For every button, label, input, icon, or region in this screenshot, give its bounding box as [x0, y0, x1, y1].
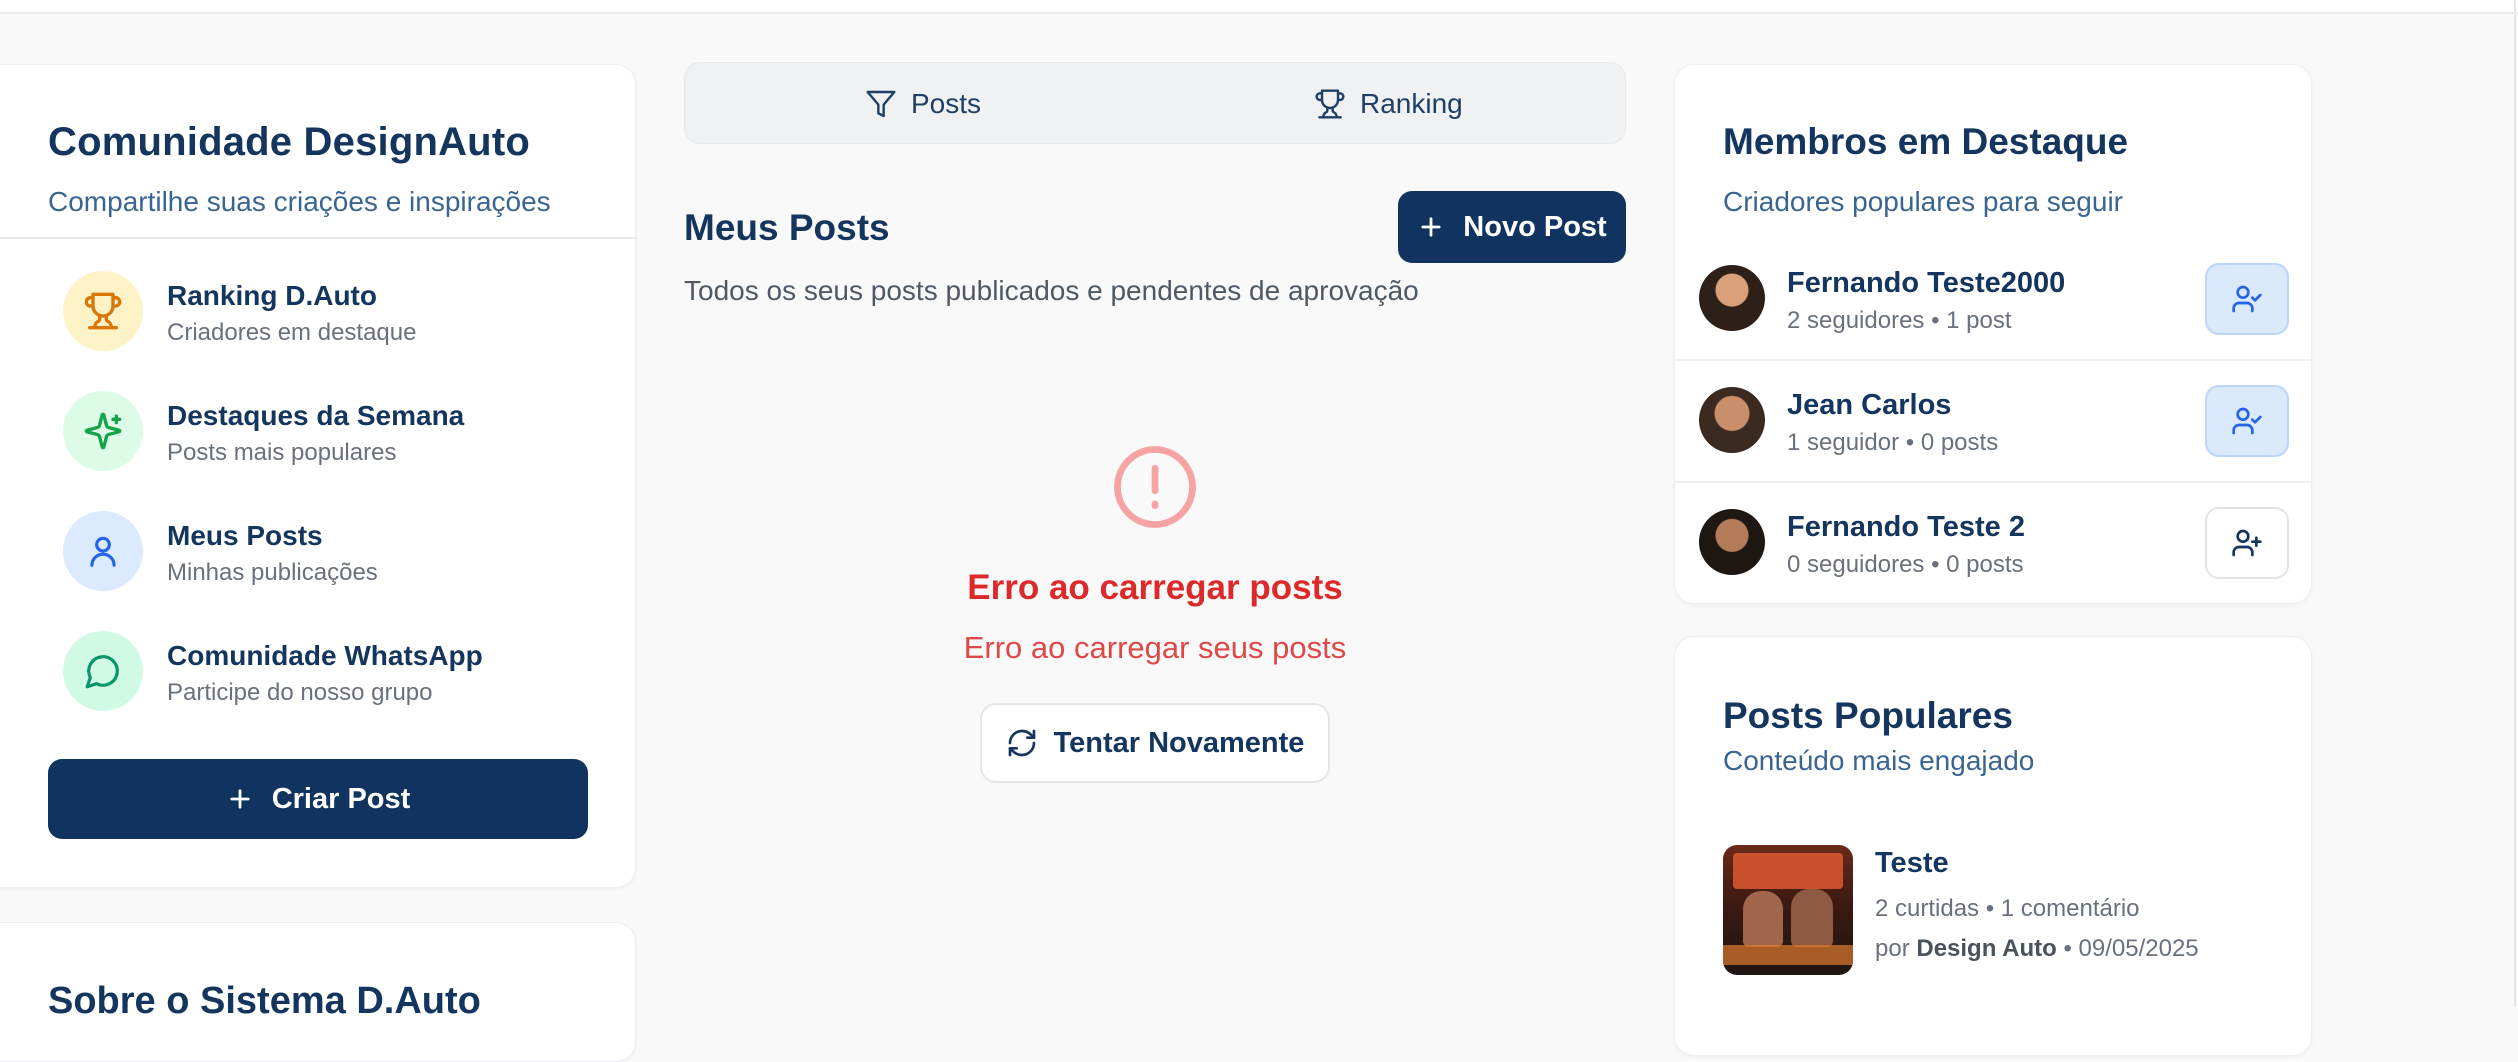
thumbnail-band — [1723, 945, 1853, 965]
user-check-icon — [2232, 407, 2262, 435]
menu-item-desc: Criadores em destaque — [167, 319, 417, 346]
thumbnail-figure — [1791, 889, 1833, 947]
create-post-label: Criar Post — [271, 782, 411, 815]
user-plus-icon — [2232, 529, 2262, 557]
following-button[interactable] — [2205, 263, 2289, 335]
post-by-prefix: por — [1875, 935, 1910, 962]
page-subtitle: Todos os seus posts publicados e pendent… — [684, 275, 1419, 306]
community-subtitle: Compartilhe suas criações e inspirações — [48, 186, 551, 217]
members-title: Membros em Destaque — [1723, 121, 2129, 162]
menu-item-label: Comunidade WhatsApp — [167, 640, 483, 671]
avatar[interactable] — [1699, 509, 1765, 575]
post-thumbnail[interactable] — [1723, 845, 1853, 975]
divider — [0, 237, 637, 239]
menu-item-desc: Participe do nosso grupo — [167, 679, 433, 706]
plus-icon — [1421, 217, 1441, 237]
member-meta: 1 seguidor • 0 posts — [1787, 429, 1999, 456]
menu-item-desc: Posts mais populares — [167, 439, 397, 466]
trophy-icon — [1315, 89, 1345, 119]
thumbnail-figure — [1743, 891, 1783, 947]
menu-item-ranking[interactable]: Ranking D.Auto Criadores em destaque — [63, 271, 583, 361]
popular-title: Posts Populares — [1723, 695, 2013, 736]
community-card: Comunidade DesignAuto Compartilhe suas c… — [0, 64, 637, 888]
plus-icon — [230, 789, 250, 809]
post-stats: 2 curtidas • 1 comentário — [1875, 895, 2140, 922]
tab-ranking[interactable]: Ranking — [1314, 63, 1463, 145]
members-subtitle: Criadores populares para seguir — [1723, 186, 2123, 217]
menu-item-desc: Minhas publicações — [167, 559, 378, 586]
featured-members-card: Membros em Destaque Criadores populares … — [1674, 64, 2312, 604]
post-author[interactable]: Design Auto — [1916, 935, 2056, 962]
new-post-label: Novo Post — [1463, 210, 1607, 243]
menu-item-highlights[interactable]: Destaques da Semana Posts mais populares — [63, 391, 583, 481]
refresh-icon — [1008, 729, 1035, 757]
menu-item-label: Destaques da Semana — [167, 400, 465, 431]
tab-posts-label: Posts — [911, 88, 982, 119]
menu-item-label: Meus Posts — [167, 520, 323, 551]
message-circle-icon — [63, 631, 143, 711]
member-name[interactable]: Fernando Teste2000 — [1787, 267, 2065, 300]
member-meta: 2 seguidores • 1 post — [1787, 307, 2012, 334]
member-row[interactable]: Fernando Teste 2 0 seguidores • 0 posts — [1675, 483, 2311, 605]
error-title: Erro ao carregar posts — [967, 568, 1343, 607]
page-title: Meus Posts — [684, 207, 890, 248]
member-name[interactable]: Jean Carlos — [1787, 389, 1951, 422]
post-date: • 09/05/2025 — [2063, 935, 2199, 962]
filter-icon — [866, 90, 896, 118]
retry-label: Tentar Novamente — [1053, 726, 1305, 759]
sparkles-icon — [63, 391, 143, 471]
error-message: Erro ao carregar seus posts — [963, 630, 1347, 665]
member-meta: 0 seguidores • 0 posts — [1787, 551, 2024, 578]
menu-item-my-posts[interactable]: Meus Posts Minhas publicações — [63, 511, 583, 601]
about-card: Sobre o Sistema D.Auto — [0, 922, 636, 1062]
top-navbar — [0, 0, 2518, 14]
avatar[interactable] — [1699, 265, 1765, 331]
following-button[interactable] — [2205, 385, 2289, 457]
member-row[interactable]: Fernando Teste2000 2 seguidores • 1 post — [1675, 239, 2311, 361]
popular-subtitle: Conteúdo mais engajado — [1723, 745, 2035, 776]
user-icon — [63, 511, 143, 591]
follow-button[interactable] — [2205, 507, 2289, 579]
menu-item-label: Ranking D.Auto — [167, 280, 377, 311]
create-post-button[interactable]: Criar Post — [48, 759, 588, 839]
thumbnail-banner — [1733, 853, 1843, 889]
tab-posts[interactable]: Posts — [865, 63, 981, 145]
tabs-bar: Posts Ranking — [684, 62, 1626, 144]
post-author-line: por Design Auto • 09/05/2025 — [1875, 935, 2199, 963]
alert-circle-icon — [1114, 446, 1196, 528]
scrollbar-track[interactable] — [2514, 0, 2516, 1007]
about-title: Sobre o Sistema D.Auto — [48, 980, 481, 1022]
trophy-icon — [63, 271, 143, 351]
member-row[interactable]: Jean Carlos 1 seguidor • 0 posts — [1675, 361, 2311, 483]
retry-button[interactable]: Tentar Novamente — [980, 703, 1330, 783]
menu-item-whatsapp[interactable]: Comunidade WhatsApp Participe do nosso g… — [63, 631, 583, 721]
avatar[interactable] — [1699, 387, 1765, 453]
post-title[interactable]: Teste — [1875, 847, 1949, 880]
tab-ranking-label: Ranking — [1360, 88, 1463, 119]
user-check-icon — [2232, 285, 2262, 313]
member-name[interactable]: Fernando Teste 2 — [1787, 511, 2025, 544]
new-post-button[interactable]: Novo Post — [1398, 191, 1626, 263]
popular-posts-card: Posts Populares Conteúdo mais engajado T… — [1674, 636, 2312, 1056]
community-title: Comunidade DesignAuto — [48, 120, 530, 164]
